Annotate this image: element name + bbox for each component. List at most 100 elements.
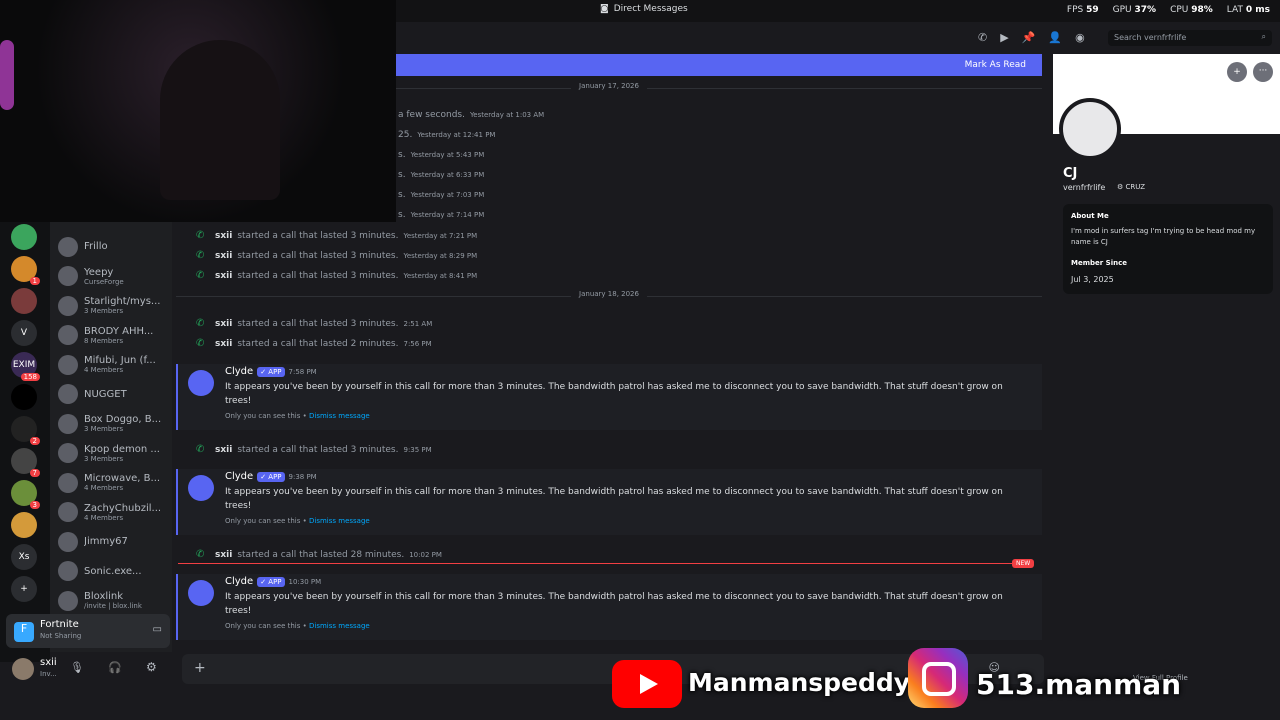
headphones-icon[interactable]: 🎧 — [108, 661, 122, 674]
dm-text: Frillo — [84, 241, 164, 252]
call-user[interactable]: sxii — [215, 251, 232, 261]
server-icon[interactable]: 7 — [11, 448, 40, 477]
dm-item[interactable]: Mifubi, Jun (f... 4 Members — [50, 350, 172, 380]
call-user[interactable]: sxii — [215, 271, 232, 281]
bot-avatar[interactable] — [188, 370, 214, 396]
app-badge: ✓ APP — [257, 576, 285, 587]
call-entry: ✆ sxii started a call that lasted 3 minut… — [196, 230, 477, 241]
avatar — [58, 443, 78, 464]
dismiss-link[interactable]: Dismiss message — [309, 412, 370, 420]
dm-item[interactable]: Starlight/mys... 3 Members — [50, 291, 172, 321]
stat-item: GPU 37% — [1113, 5, 1156, 15]
server-icon[interactable] — [11, 384, 37, 410]
eye-note: Only you can see this • — [225, 412, 307, 420]
app-badge: ✓ APP — [257, 471, 285, 482]
dm-text: ZachyChubzil... 4 Members — [84, 503, 164, 522]
avatar — [58, 502, 78, 523]
dm-item[interactable]: Bloxlink/invite | blox.link — [50, 586, 172, 616]
call-text: started a call that lasted 3 minutes. — [237, 444, 399, 455]
mark-as-read-button[interactable]: Mark As Read — [965, 60, 1026, 70]
search-input[interactable]: Search vernfrfrlife ⌕ — [1108, 30, 1272, 46]
call-entry: s. Yesterday at 5:43 PM — [398, 150, 484, 160]
avatar — [58, 325, 78, 346]
bot-avatar[interactable] — [188, 475, 214, 501]
server-icon[interactable] — [11, 512, 37, 538]
dm-text: Kpop demon ... 3 Members — [84, 444, 164, 463]
dismiss-link[interactable]: Dismiss message — [309, 517, 370, 525]
dm-subtitle: 4 Members — [84, 484, 124, 493]
server-icon[interactable]: 2 — [11, 416, 40, 445]
dm-item[interactable]: Jimmy67 — [50, 527, 172, 557]
plus-icon[interactable]: + — [194, 660, 206, 676]
dm-item[interactable]: NUGGET — [50, 380, 172, 410]
server-icon[interactable] — [11, 224, 37, 250]
timestamp: Yesterday at 8:41 PM — [403, 271, 478, 280]
stat-label: GPU — [1112, 5, 1132, 15]
avatar — [58, 354, 78, 375]
activity-panel[interactable]: F Fortnite Not Sharing ▭ — [6, 614, 170, 648]
server-icon[interactable]: 3 — [11, 480, 40, 509]
dm-item[interactable]: Sonic.exe... — [50, 557, 172, 587]
dm-item[interactable]: Kpop demon ... 3 Members — [50, 439, 172, 469]
call-user[interactable]: sxii — [215, 445, 232, 455]
bot-name[interactable]: Clyde — [225, 366, 253, 377]
call-user[interactable]: sxii — [215, 550, 232, 560]
profile-handle: vernfrfrlife — [1063, 183, 1106, 192]
perf-overlay: FPS 59 GPU 37% CPU 98% LAT 0 ms — [1067, 5, 1270, 15]
screen-share-icon[interactable]: ▭ — [153, 624, 162, 635]
user-status: Inv... — [40, 670, 57, 678]
bot-name[interactable]: Clyde — [225, 576, 253, 587]
notification-badge: 158 — [20, 373, 40, 381]
avatar — [58, 295, 78, 316]
dm-text: Sonic.exe... — [84, 566, 164, 577]
more-icon[interactable]: ··· — [1253, 62, 1273, 82]
profile-icon[interactable]: ◉ — [1075, 31, 1085, 44]
dm-text: NUGGET — [84, 389, 164, 400]
dm-item[interactable]: Microwave, B... 4 Members — [50, 468, 172, 498]
video-icon[interactable]: ▶ — [1000, 31, 1008, 44]
avatar — [58, 236, 78, 257]
call-text: s. — [398, 190, 406, 200]
bot-message: Clyde ✓ APP 9:38 PM It appears you've been … — [176, 469, 1042, 535]
server-icon[interactable]: EXIM 158 — [11, 352, 40, 381]
server-icon[interactable]: + — [11, 576, 37, 602]
dm-subtitle: 4 Members — [84, 366, 124, 375]
add-friend-icon[interactable]: 👤 — [1048, 31, 1062, 44]
dm-item[interactable]: ZachyChubzil... 4 Members — [50, 498, 172, 528]
dm-text: Yeepy CurseForge — [84, 267, 164, 286]
pin-icon[interactable]: 📌 — [1022, 31, 1036, 44]
call-user[interactable]: sxii — [215, 339, 232, 349]
dm-list: Frillo Yeepy CurseForge Starlight/mys... 3 M… — [50, 222, 172, 652]
bot-avatar[interactable] — [188, 580, 214, 606]
webcam-overlay — [0, 0, 396, 222]
server-icon[interactable]: V — [11, 320, 37, 346]
new-messages-bar[interactable]: Mark As Read — [396, 54, 1042, 76]
bot-text: It appears you've been by yourself in th… — [225, 382, 1003, 406]
phone-icon[interactable]: ✆ — [978, 31, 987, 44]
server-icon[interactable]: Xs — [11, 544, 37, 570]
profile-avatar[interactable] — [1059, 98, 1121, 160]
call-entry: ✆ sxii started a call that lasted 3 minut… — [196, 250, 477, 261]
timestamp: 9:38 PM — [288, 472, 317, 481]
ephemeral-note: Only you can see this • Dismiss message — [225, 622, 370, 630]
call-user[interactable]: sxii — [215, 231, 232, 241]
bot-name[interactable]: Clyde — [225, 471, 253, 482]
server-icon[interactable]: 1 — [11, 256, 40, 285]
call-user[interactable]: sxii — [215, 319, 232, 329]
dm-item[interactable]: Box Doggo, B... 3 Members — [50, 409, 172, 439]
avatar[interactable] — [12, 658, 34, 680]
avatar — [58, 266, 78, 287]
date-label: January 18, 2026 — [571, 290, 647, 298]
mic-icon[interactable]: 🎙 — [70, 661, 84, 674]
dm-item[interactable]: Yeepy CurseForge — [50, 262, 172, 292]
dm-item[interactable]: Frillo — [50, 232, 172, 262]
server-icon[interactable] — [11, 288, 37, 314]
webcam-person — [160, 40, 280, 200]
call-entry: s. Yesterday at 7:14 PM — [398, 210, 484, 220]
dismiss-link[interactable]: Dismiss message — [309, 622, 370, 630]
dm-item[interactable]: BRODY AHH... 8 Members — [50, 321, 172, 351]
add-friend-icon[interactable]: + — [1227, 62, 1247, 82]
gear-icon[interactable]: ⚙ — [146, 660, 157, 674]
call-entry: ✆ sxii started a call that lasted 3 minut… — [196, 318, 432, 329]
timestamp: Yesterday at 7:14 PM — [410, 211, 485, 219]
